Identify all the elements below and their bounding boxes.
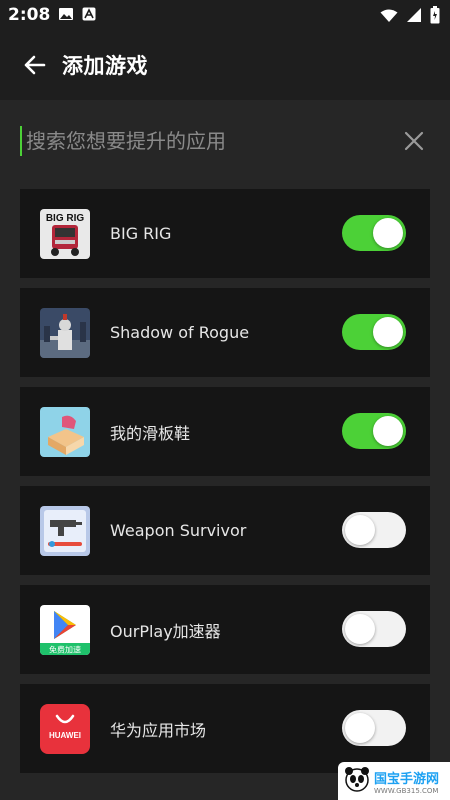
toggle-knob bbox=[373, 317, 403, 347]
svg-text:免费加速: 免费加速 bbox=[49, 644, 81, 654]
toggle-knob bbox=[345, 515, 375, 545]
signal-icon bbox=[406, 7, 422, 27]
toggle-knob bbox=[345, 614, 375, 644]
image-notification-icon bbox=[58, 6, 74, 25]
app-name: 华为应用市场 bbox=[110, 720, 207, 740]
app-name: OurPlay加速器 bbox=[110, 621, 221, 641]
enable-toggle[interactable] bbox=[342, 314, 406, 350]
wifi-icon bbox=[380, 8, 398, 27]
status-bar: 2:08 bbox=[0, 0, 450, 30]
list-item: 免费加速 OurPlay加速器 bbox=[20, 585, 430, 674]
battery-icon bbox=[430, 6, 440, 28]
shadow-of-rogue-app-icon bbox=[40, 307, 90, 358]
back-arrow-icon[interactable] bbox=[22, 52, 48, 78]
watermark-url: WWW.GB315.COM bbox=[374, 786, 439, 795]
toggle-knob bbox=[345, 713, 375, 743]
enable-toggle[interactable] bbox=[342, 215, 406, 251]
weapon-survivor-app-icon bbox=[40, 505, 90, 556]
app-bar: 添加游戏 bbox=[0, 30, 450, 100]
watermark-text-group: 国宝手游网 WWW.GB315.COM bbox=[374, 768, 439, 795]
list-item: BIG RIG BIG RIG bbox=[20, 189, 430, 278]
enable-toggle[interactable] bbox=[342, 611, 406, 647]
big-rig-app-icon: BIG RIG bbox=[40, 208, 90, 259]
enable-toggle[interactable] bbox=[342, 512, 406, 548]
status-indicators bbox=[380, 6, 440, 28]
list-item: HUAWEI 华为应用市场 bbox=[20, 684, 430, 773]
page-title: 添加游戏 bbox=[62, 54, 148, 78]
watermark-title: 国宝手游网 bbox=[374, 771, 440, 787]
toggle-knob bbox=[373, 218, 403, 248]
app-name: 我的滑板鞋 bbox=[110, 423, 191, 443]
app-name: BIG RIG bbox=[110, 224, 172, 243]
panda-logo-icon bbox=[344, 766, 370, 796]
list-item: Shadow of Rogue bbox=[20, 288, 430, 377]
app-name: Shadow of Rogue bbox=[110, 323, 250, 342]
list-item: 我的滑板鞋 bbox=[20, 387, 430, 476]
app-name: Weapon Survivor bbox=[110, 521, 247, 540]
watermark: 国宝手游网 WWW.GB315.COM bbox=[338, 762, 450, 800]
search-input[interactable] bbox=[24, 120, 402, 162]
skateboard-shoes-app-icon bbox=[40, 406, 90, 457]
list-item: Weapon Survivor bbox=[20, 486, 430, 575]
enable-toggle[interactable] bbox=[342, 413, 406, 449]
enable-toggle[interactable] bbox=[342, 710, 406, 746]
toggle-knob bbox=[373, 416, 403, 446]
app-list: BIG RIG BIG RIG Shadow of Rogue 我的滑板鞋 We… bbox=[20, 189, 430, 783]
huawei-appgallery-icon: HUAWEI bbox=[40, 703, 90, 754]
text-cursor bbox=[20, 126, 22, 156]
ourplay-app-icon: 免费加速 bbox=[40, 604, 90, 655]
svg-text:BIG RIG: BIG RIG bbox=[46, 213, 85, 224]
svg-text:HUAWEI: HUAWEI bbox=[49, 731, 81, 740]
a-notification-icon bbox=[82, 6, 96, 25]
search-bar bbox=[18, 118, 432, 164]
close-icon[interactable] bbox=[402, 129, 426, 153]
status-time: 2:08 bbox=[8, 5, 51, 25]
